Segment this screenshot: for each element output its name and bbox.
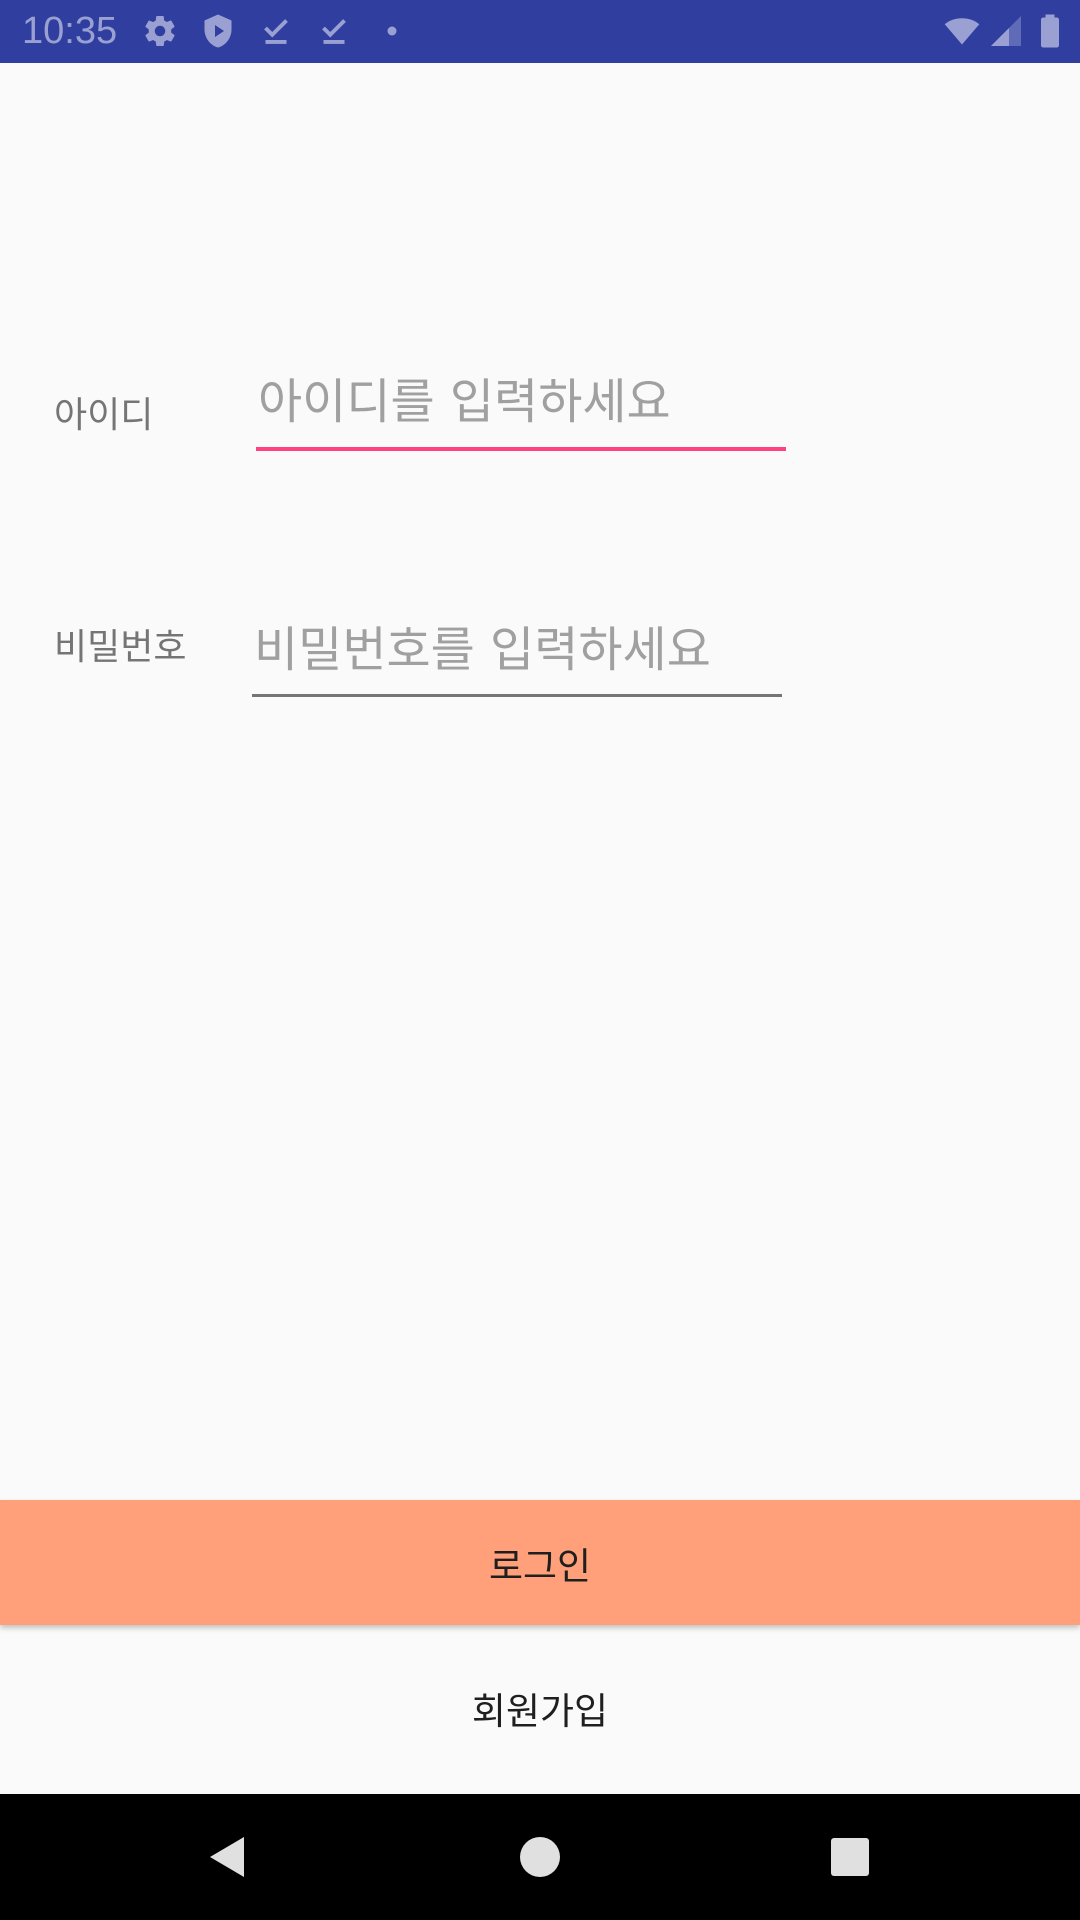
- id-input-underline: [256, 447, 786, 451]
- gear-icon: [142, 13, 178, 49]
- navigation-bar: [0, 1794, 1080, 1920]
- status-bar: 10:35: [0, 0, 1080, 63]
- battery-icon: [1032, 13, 1068, 49]
- cell-signal-icon: [988, 13, 1024, 49]
- password-label: 비밀번호: [54, 627, 187, 668]
- status-time: 10:35: [22, 10, 118, 52]
- download-done-icon: [316, 13, 352, 49]
- wifi-icon: [944, 13, 980, 49]
- id-label: 아이디: [54, 395, 154, 436]
- recents-icon[interactable]: [820, 1827, 880, 1887]
- password-input-underline: [252, 694, 782, 697]
- signup-button[interactable]: 회원가입: [0, 1650, 1080, 1765]
- id-input[interactable]: [254, 360, 786, 444]
- back-icon[interactable]: [196, 1827, 256, 1887]
- login-button[interactable]: 로그인: [0, 1500, 1080, 1625]
- password-input[interactable]: [250, 608, 782, 692]
- download-done-icon: [258, 13, 294, 49]
- shield-icon: [200, 13, 236, 49]
- dot-icon: [374, 13, 410, 49]
- home-icon[interactable]: [510, 1827, 570, 1887]
